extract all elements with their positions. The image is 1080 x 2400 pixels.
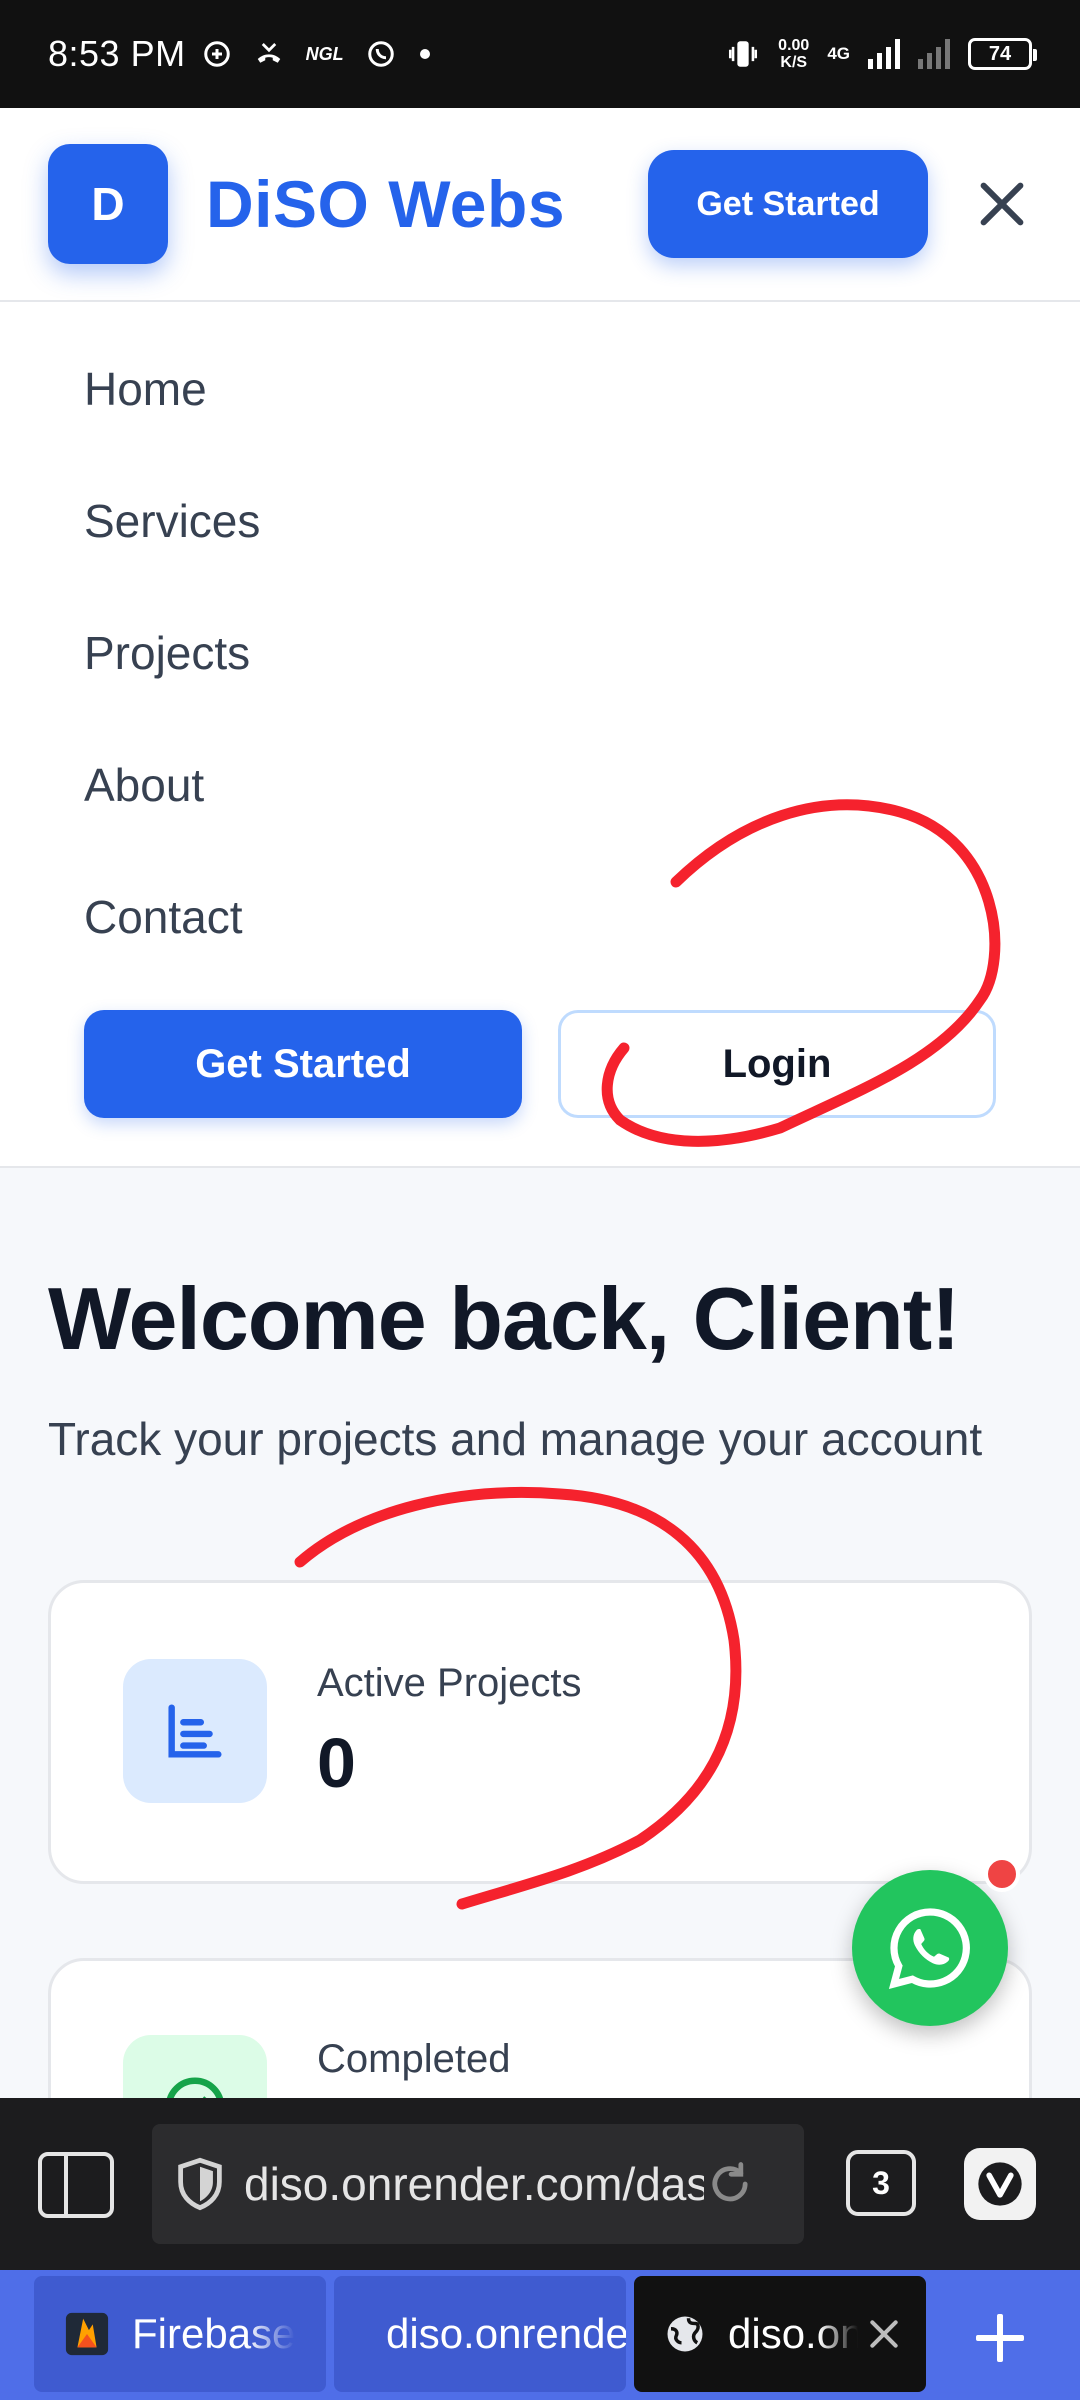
url-text[interactable]: diso.onrender.com/dashboard xyxy=(244,2157,704,2211)
nav-item-services[interactable]: Services xyxy=(84,494,260,548)
mobile-nav-menu: Home Services Projects About Contact Get… xyxy=(0,302,1080,1168)
page-title: Welcome back, Client! xyxy=(48,1269,960,1368)
login-button[interactable]: Login xyxy=(558,1010,996,1118)
firebase-icon xyxy=(65,2312,109,2356)
battery-icon: 74 xyxy=(968,38,1037,70)
signal-strength-icon xyxy=(868,39,900,69)
whatsapp-icon xyxy=(888,1908,970,1990)
net-speed-value: 0.00 xyxy=(778,37,810,54)
page-subtitle: Track your projects and manage your acco… xyxy=(48,1413,983,1465)
card-value: 0 xyxy=(317,1724,356,1802)
nav-item-contact[interactable]: Contact xyxy=(84,890,243,944)
nav-item-projects[interactable]: Projects xyxy=(84,626,250,680)
menu-get-started-button[interactable]: Get Started xyxy=(84,1010,522,1118)
brand-name[interactable]: DiSO Webs xyxy=(206,166,565,242)
tab-firebase[interactable]: Firebase xyxy=(34,2276,326,2392)
nav-item-home[interactable]: Home xyxy=(84,362,207,416)
dot-icon xyxy=(419,49,430,59)
vibrate-icon xyxy=(729,41,758,67)
status-time: 8:53 PM xyxy=(48,33,186,74)
whatsapp-chat-button[interactable] xyxy=(852,1870,1008,2026)
sync-notification-icon xyxy=(203,41,230,67)
tab-diso-1[interactable]: diso.onrender.com xyxy=(334,2276,626,2392)
whatsapp-notification-icon xyxy=(367,41,394,67)
header-get-started-button[interactable]: Get Started xyxy=(648,150,928,258)
ngl-notification-icon: NGL xyxy=(305,43,344,64)
browser-toolbar: diso.onrender.com/dashboard 3 xyxy=(0,2098,1080,2270)
system-icons: 0.00 K/S 4G 74 xyxy=(726,37,1037,71)
network-speed: 0.00 K/S xyxy=(778,37,809,71)
nav-item-about[interactable]: About xyxy=(84,758,204,812)
card-label: Completed xyxy=(317,2037,511,2081)
site-header: D DiSO Webs Get Started xyxy=(0,108,1080,302)
tab-strip: Firebase diso.onrender.com diso.onrender… xyxy=(0,2270,1080,2400)
battery-level: 74 xyxy=(988,42,1012,65)
tab-diso-active[interactable]: diso.onrender.com xyxy=(634,2276,926,2392)
logo-letter: D xyxy=(91,178,125,230)
net-speed-unit: K/S xyxy=(780,54,808,71)
notification-icons: NGL xyxy=(202,39,432,69)
notification-dot xyxy=(984,1856,1020,1892)
globe-icon xyxy=(667,2316,703,2352)
reload-icon[interactable] xyxy=(704,2158,756,2210)
tab-switcher-button[interactable]: 3 xyxy=(846,2150,916,2216)
signal-strength-sim2-icon xyxy=(918,39,950,69)
tab-label: Firebase xyxy=(132,2310,296,2357)
active-projects-card[interactable]: Active Projects 0 xyxy=(48,1580,1032,1884)
shield-icon[interactable] xyxy=(174,2156,226,2212)
network-type: 4G xyxy=(827,44,850,63)
close-menu-icon[interactable] xyxy=(972,174,1032,234)
status-bar: 8:53 PM NGL 0.00 K/S 4G 74 xyxy=(0,0,1080,108)
side-panel-icon[interactable] xyxy=(38,2152,114,2218)
vivaldi-menu-icon[interactable] xyxy=(964,2148,1036,2220)
new-tab-icon[interactable] xyxy=(972,2310,1028,2366)
brand-logo[interactable]: D xyxy=(48,144,168,264)
close-tab-icon[interactable] xyxy=(864,2314,904,2354)
list-icon xyxy=(123,1659,267,1803)
tab-label: diso.onrender.com xyxy=(728,2310,858,2357)
address-bar[interactable]: diso.onrender.com/dashboard xyxy=(152,2124,804,2244)
missed-call-icon xyxy=(257,43,280,63)
card-label: Active Projects xyxy=(317,1661,582,1705)
tab-label: diso.onrender.com xyxy=(386,2310,626,2357)
